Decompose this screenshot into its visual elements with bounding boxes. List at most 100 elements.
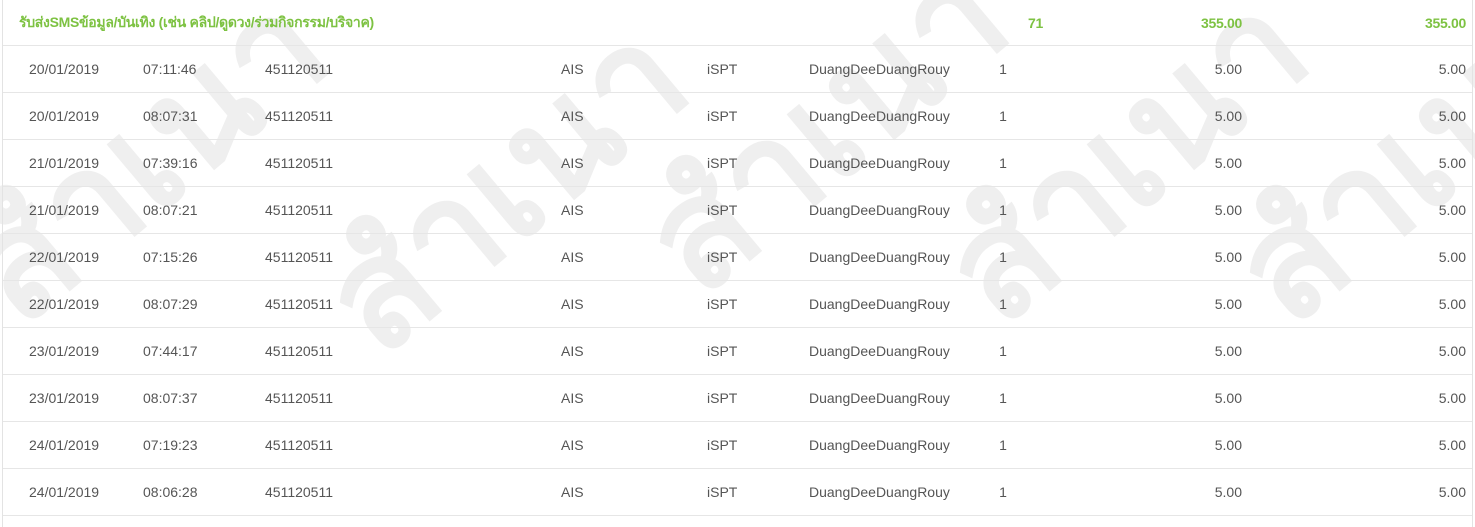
row-time: 08:06:28 — [143, 484, 198, 500]
row-total: 5.00 — [1438, 484, 1466, 500]
row-service: DuangDeeDuangRouy — [809, 61, 950, 77]
row-price: 5.00 — [1214, 108, 1242, 124]
summary-title: รับส่งSMSข้อมูล/บันเทิง (เช่น คลิป/ดูดวง… — [19, 13, 374, 30]
row-quantity: 1 — [999, 155, 1007, 171]
row-operator: AIS — [561, 484, 584, 500]
row-total: 5.00 — [1438, 437, 1466, 453]
row-quantity: 1 — [999, 249, 1007, 265]
row-date: 22/01/2019 — [29, 296, 100, 312]
row-service: DuangDeeDuangRouy — [809, 484, 950, 500]
table-row: 23/01/2019 08:07:37 451120511 AIS iSPT D… — [3, 375, 1472, 422]
row-date: 24/01/2019 — [29, 437, 100, 453]
row-quantity: 1 — [999, 108, 1007, 124]
row-time: 07:19:23 — [143, 437, 198, 453]
row-provider: iSPT — [707, 390, 738, 406]
row-quantity: 1 — [999, 296, 1007, 312]
row-number: 451120511 — [265, 296, 333, 312]
row-provider: iSPT — [707, 437, 738, 453]
table-row: 21/01/2019 07:39:16 451120511 AIS iSPT D… — [3, 140, 1472, 187]
row-price: 5.00 — [1214, 437, 1242, 453]
table-row: 24/01/2019 08:06:28 451120511 AIS iSPT D… — [3, 469, 1472, 516]
row-time: 08:07:29 — [143, 296, 198, 312]
row-provider: iSPT — [707, 155, 738, 171]
row-operator: AIS — [561, 155, 584, 171]
row-provider: iSPT — [707, 202, 738, 218]
row-total: 5.00 — [1438, 61, 1466, 77]
row-price: 5.00 — [1214, 249, 1242, 265]
row-number: 451120511 — [265, 108, 333, 124]
row-quantity: 1 — [999, 390, 1007, 406]
row-date: 22/01/2019 — [29, 249, 100, 265]
row-operator: AIS — [561, 437, 584, 453]
row-service: DuangDeeDuangRouy — [809, 155, 950, 171]
row-number: 451120511 — [265, 343, 333, 359]
row-service: DuangDeeDuangRouy — [809, 296, 950, 312]
row-operator: AIS — [561, 390, 584, 406]
row-number: 451120511 — [265, 249, 333, 265]
row-price: 5.00 — [1214, 484, 1242, 500]
row-date: 21/01/2019 — [29, 155, 100, 171]
row-operator: AIS — [561, 249, 584, 265]
row-total: 5.00 — [1438, 155, 1466, 171]
row-date: 20/01/2019 — [29, 108, 100, 124]
row-time: 07:44:17 — [143, 343, 198, 359]
row-service: DuangDeeDuangRouy — [809, 437, 950, 453]
row-service: DuangDeeDuangRouy — [809, 108, 950, 124]
row-quantity: 1 — [999, 437, 1007, 453]
row-service: DuangDeeDuangRouy — [809, 343, 950, 359]
row-price: 5.00 — [1214, 343, 1242, 359]
row-quantity: 1 — [999, 343, 1007, 359]
row-operator: AIS — [561, 296, 584, 312]
row-provider: iSPT — [707, 296, 738, 312]
row-price: 5.00 — [1214, 61, 1242, 77]
table-row: 22/01/2019 08:07:29 451120511 AIS iSPT D… — [3, 281, 1472, 328]
row-date: 23/01/2019 — [29, 343, 100, 359]
table-row: 23/01/2019 07:44:17 451120511 AIS iSPT D… — [3, 328, 1472, 375]
row-number: 451120511 — [265, 484, 333, 500]
row-provider: iSPT — [707, 249, 738, 265]
row-service: DuangDeeDuangRouy — [809, 390, 950, 406]
row-time: 08:07:37 — [143, 390, 198, 406]
row-quantity: 1 — [999, 484, 1007, 500]
table-row: 24/01/2019 07:19:23 451120511 AIS iSPT D… — [3, 422, 1472, 469]
row-quantity: 1 — [999, 61, 1007, 77]
row-total: 5.00 — [1438, 390, 1466, 406]
summary-quantity: 71 — [1028, 14, 1043, 31]
row-number: 451120511 — [265, 437, 333, 453]
row-price: 5.00 — [1214, 155, 1242, 171]
table-row: 20/01/2019 08:07:31 451120511 AIS iSPT D… — [3, 93, 1472, 140]
summary-row: รับส่งSMSข้อมูล/บันเทิง (เช่น คลิป/ดูดวง… — [3, 0, 1472, 46]
row-date: 24/01/2019 — [29, 484, 100, 500]
row-price: 5.00 — [1214, 390, 1242, 406]
row-total: 5.00 — [1438, 108, 1466, 124]
row-time: 07:11:46 — [143, 61, 197, 77]
row-total: 5.00 — [1438, 343, 1466, 359]
row-time: 08:07:21 — [143, 202, 198, 218]
row-provider: iSPT — [707, 343, 738, 359]
row-date: 20/01/2019 — [29, 61, 100, 77]
row-number: 451120511 — [265, 390, 333, 406]
row-quantity: 1 — [999, 202, 1007, 218]
row-provider: iSPT — [707, 108, 738, 124]
row-total: 5.00 — [1438, 249, 1466, 265]
row-operator: AIS — [561, 108, 584, 124]
sms-charges-table: รับส่งSMSข้อมูล/บันเทิง (เช่น คลิป/ดูดวง… — [2, 0, 1473, 527]
row-service: DuangDeeDuangRouy — [809, 202, 950, 218]
table-row: 22/01/2019 07:15:26 451120511 AIS iSPT D… — [3, 234, 1472, 281]
row-price: 5.00 — [1214, 202, 1242, 218]
row-service: DuangDeeDuangRouy — [809, 249, 950, 265]
row-number: 451120511 — [265, 202, 333, 218]
row-operator: AIS — [561, 202, 584, 218]
row-time: 07:15:26 — [143, 249, 198, 265]
row-provider: iSPT — [707, 61, 738, 77]
row-time: 08:07:31 — [143, 108, 198, 124]
row-operator: AIS — [561, 61, 584, 77]
row-price: 5.00 — [1214, 296, 1242, 312]
row-total: 5.00 — [1438, 202, 1466, 218]
row-operator: AIS — [561, 343, 584, 359]
row-total: 5.00 — [1438, 296, 1466, 312]
row-date: 21/01/2019 — [29, 202, 100, 218]
table-row: 21/01/2019 08:07:21 451120511 AIS iSPT D… — [3, 187, 1472, 234]
row-number: 451120511 — [265, 155, 333, 171]
row-time: 07:39:16 — [143, 155, 198, 171]
